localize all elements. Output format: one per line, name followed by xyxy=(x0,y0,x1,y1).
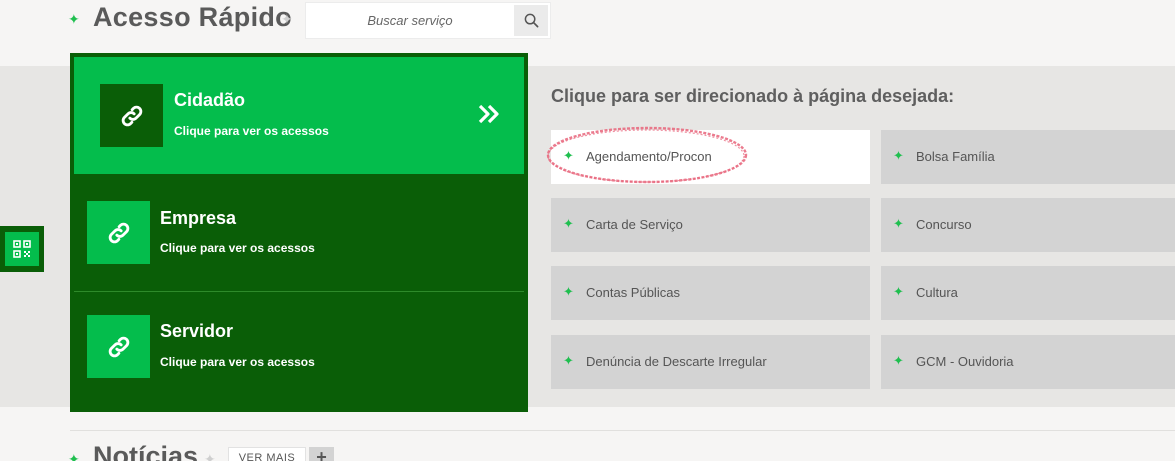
category-cidadao[interactable]: Cidadão Clique para ver os acessos xyxy=(74,57,524,174)
service-bolsa-familia[interactable]: ✦ Bolsa Família xyxy=(881,130,1175,184)
service-denuncia-descarte[interactable]: ✦ Denúncia de Descarte Irregular xyxy=(551,335,870,389)
plus-button[interactable]: + xyxy=(309,447,334,461)
qr-code-icon xyxy=(13,240,31,258)
sparkle-icon: ✦ xyxy=(893,284,904,299)
sparkle-icon: ✦ xyxy=(204,451,216,461)
qr-code-button[interactable] xyxy=(0,226,44,272)
sparkle-icon: ✦ xyxy=(563,216,574,231)
category-title: Servidor xyxy=(160,321,234,341)
search-button[interactable] xyxy=(514,5,548,36)
view-more-button[interactable]: VER MAIS xyxy=(228,447,306,461)
search-icon xyxy=(524,13,538,28)
category-servidor[interactable]: Servidor Clique para ver os acessos xyxy=(74,293,524,408)
category-title: Cidadão xyxy=(174,90,246,110)
sparkle-icon: ✦ xyxy=(563,284,574,299)
sparkle-icon: ✦ xyxy=(68,451,80,461)
divider xyxy=(74,291,524,292)
service-label: Carta de Serviço xyxy=(586,217,683,232)
sparkle-icon: ✦ xyxy=(563,353,574,368)
service-cultura[interactable]: ✦ Cultura xyxy=(881,266,1175,320)
service-label: Bolsa Família xyxy=(916,149,995,164)
instruction-text: Clique para ser direcionado à página des… xyxy=(551,86,955,106)
category-subtitle: Clique para ver os acessos xyxy=(160,241,315,255)
category-panel: Cidadão Clique para ver os acessos Empre… xyxy=(70,53,528,412)
service-carta-de-servico[interactable]: ✦ Carta de Serviço xyxy=(551,198,870,252)
news-title: Notícias xyxy=(93,441,199,461)
sparkle-icon: ✦ xyxy=(893,216,904,231)
category-subtitle: Clique para ver os acessos xyxy=(160,355,315,369)
service-label: Denúncia de Descarte Irregular xyxy=(586,354,767,369)
category-title: Empresa xyxy=(160,208,237,228)
category-empresa[interactable]: Empresa Clique para ver os acessos xyxy=(74,174,524,292)
service-label: Concurso xyxy=(916,217,972,232)
service-label: Cultura xyxy=(916,285,958,300)
service-contas-publicas[interactable]: ✦ Contas Públicas xyxy=(551,266,870,320)
sparkle-icon: ✦ xyxy=(893,148,904,163)
sparkle-icon: ✦ xyxy=(68,11,80,27)
category-subtitle: Clique para ver os acessos xyxy=(174,124,329,138)
link-icon xyxy=(87,201,150,264)
sparkle-icon: ✦ xyxy=(893,353,904,368)
page-title: Acesso Rápido xyxy=(93,2,292,32)
search-box xyxy=(305,2,551,39)
service-gcm-ouvidoria[interactable]: ✦ GCM - Ouvidoria xyxy=(881,335,1175,389)
sparkle-icon: ✦ xyxy=(281,11,293,27)
service-label: GCM - Ouvidoria xyxy=(916,354,1014,369)
service-concurso[interactable]: ✦ Concurso xyxy=(881,198,1175,252)
search-input[interactable] xyxy=(306,3,514,38)
link-icon xyxy=(87,315,150,378)
section-divider xyxy=(70,430,1175,431)
highlight-ellipse xyxy=(546,126,748,184)
double-chevron-right-icon xyxy=(478,104,499,124)
service-label: Contas Públicas xyxy=(586,285,680,300)
link-icon xyxy=(100,84,163,147)
